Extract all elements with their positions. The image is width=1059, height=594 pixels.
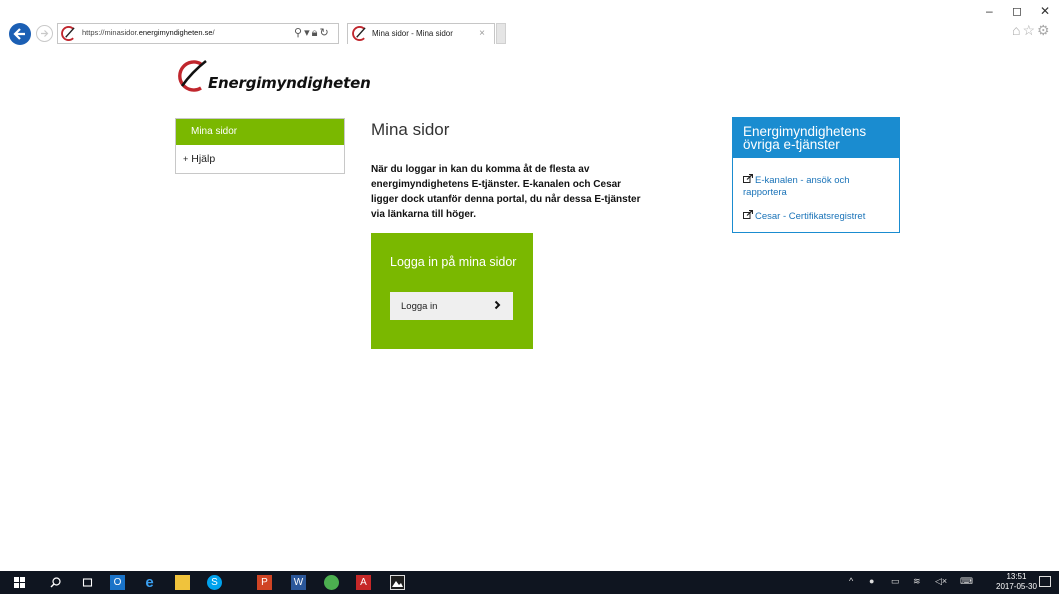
other-e-services-heading: Energimyndighetens övriga e-tjänster (733, 118, 899, 158)
network-icon[interactable]: ● (869, 576, 874, 586)
chrome-icon[interactable] (324, 575, 339, 590)
left-navigation: Mina sidor + Hjälp (175, 118, 345, 174)
home-icon[interactable]: ⌂ (1012, 22, 1022, 38)
energimyndigheten-logo[interactable]: Energimyndigheten (174, 58, 371, 98)
search-icon[interactable] (48, 575, 63, 590)
cesar-link[interactable]: Cesar - Certifikatsregistret (743, 209, 866, 223)
page-description: När du loggar in kan du komma åt de fles… (371, 164, 641, 220)
logo-mark-icon (178, 59, 207, 92)
expand-plus-icon: + (183, 154, 189, 164)
nav-item-label: Hjälp (191, 153, 216, 165)
window-minimize-button[interactable]: – (986, 4, 993, 18)
nav-item-hjalp[interactable]: + Hjälp (176, 145, 344, 173)
windows-start-icon[interactable] (12, 575, 27, 590)
internet-explorer-icon[interactable]: e (142, 574, 157, 591)
site-favicon (61, 26, 75, 41)
cesar-link-label: Cesar - Certifikatsregistret (755, 211, 866, 222)
login-button[interactable]: Logga in (390, 292, 513, 320)
clock-date: 2017-05-30 (996, 582, 1037, 591)
address-bar-icons: ⚲▾🔒︎↻ (294, 26, 331, 40)
login-heading: Logga in på mina sidor (390, 255, 517, 269)
address-bar[interactable]: https://minasidor.energimyndigheten.se/ … (57, 23, 339, 44)
browser-tab[interactable]: Mina sidor - Mina sidor × (347, 23, 495, 44)
e-kanalen-link[interactable]: E-kanalen - ansök och rapportera (743, 173, 893, 199)
url-text: https://minasidor.energimyndigheten.se/ (82, 28, 215, 37)
window-close-button[interactable]: ✕ (1040, 4, 1050, 18)
taskbar-clock[interactable]: 13:51 2017-05-30 (996, 572, 1037, 592)
new-tab-button[interactable] (496, 23, 506, 44)
file-explorer-icon[interactable] (175, 575, 190, 590)
tab-close-icon[interactable]: × (479, 28, 485, 39)
external-link-icon (743, 173, 754, 186)
external-link-icon (743, 209, 754, 222)
login-panel: Logga in på mina sidor Logga in (371, 233, 533, 349)
wifi-icon[interactable]: ≋ (913, 576, 921, 587)
tab-favicon (352, 26, 366, 41)
battery-icon[interactable]: ▭ (891, 576, 900, 587)
photos-icon[interactable] (390, 575, 405, 590)
clock-time: 13:51 (1006, 572, 1027, 581)
windows-taskbar: O e S P W A ^ ● ▭ ≋ ◁× ⌨ 13:51 2017-05-3… (0, 571, 1059, 594)
page-title: Mina sidor (371, 120, 450, 139)
chevron-right-icon (494, 300, 501, 313)
other-e-services-box: Energimyndighetens övriga e-tjänster E-k… (732, 117, 900, 233)
word-icon[interactable]: W (291, 575, 306, 590)
nav-item-mina-sidor[interactable]: Mina sidor (176, 119, 344, 145)
toolbar-icons: ⌂☆⚙ (1012, 22, 1052, 39)
settings-gear-icon[interactable]: ⚙ (1037, 22, 1052, 38)
favorites-star-icon[interactable]: ☆ (1022, 22, 1037, 38)
logo-text: Energimyndigheten (208, 74, 371, 92)
tab-title: Mina sidor - Mina sidor (372, 29, 453, 38)
outlook-icon[interactable]: O (110, 575, 125, 590)
powerpoint-icon[interactable]: P (257, 575, 272, 590)
skype-icon[interactable]: S (207, 575, 222, 590)
browser-chrome: https://minasidor.energimyndigheten.se/ … (0, 0, 1059, 45)
chevron-up-icon[interactable]: ^ (849, 576, 853, 586)
refresh-icon[interactable]: ↻ (319, 27, 330, 39)
dropdown-icon[interactable]: ▾ (304, 27, 312, 39)
search-icon[interactable]: ⚲ (294, 27, 304, 39)
login-button-label: Logga in (401, 300, 438, 312)
window-maximize-button[interactable]: ◻ (1012, 4, 1022, 18)
notification-icon[interactable] (1039, 576, 1051, 587)
back-arrow-icon[interactable] (9, 23, 31, 45)
acrobat-icon[interactable]: A (356, 575, 371, 590)
e-kanalen-link-label: E-kanalen - ansök och rapportera (743, 175, 850, 198)
forward-arrow-icon[interactable] (36, 25, 53, 42)
volume-icon[interactable]: ◁× (935, 576, 947, 587)
task-view-icon[interactable] (80, 575, 95, 590)
keyboard-icon[interactable]: ⌨ (960, 576, 973, 587)
